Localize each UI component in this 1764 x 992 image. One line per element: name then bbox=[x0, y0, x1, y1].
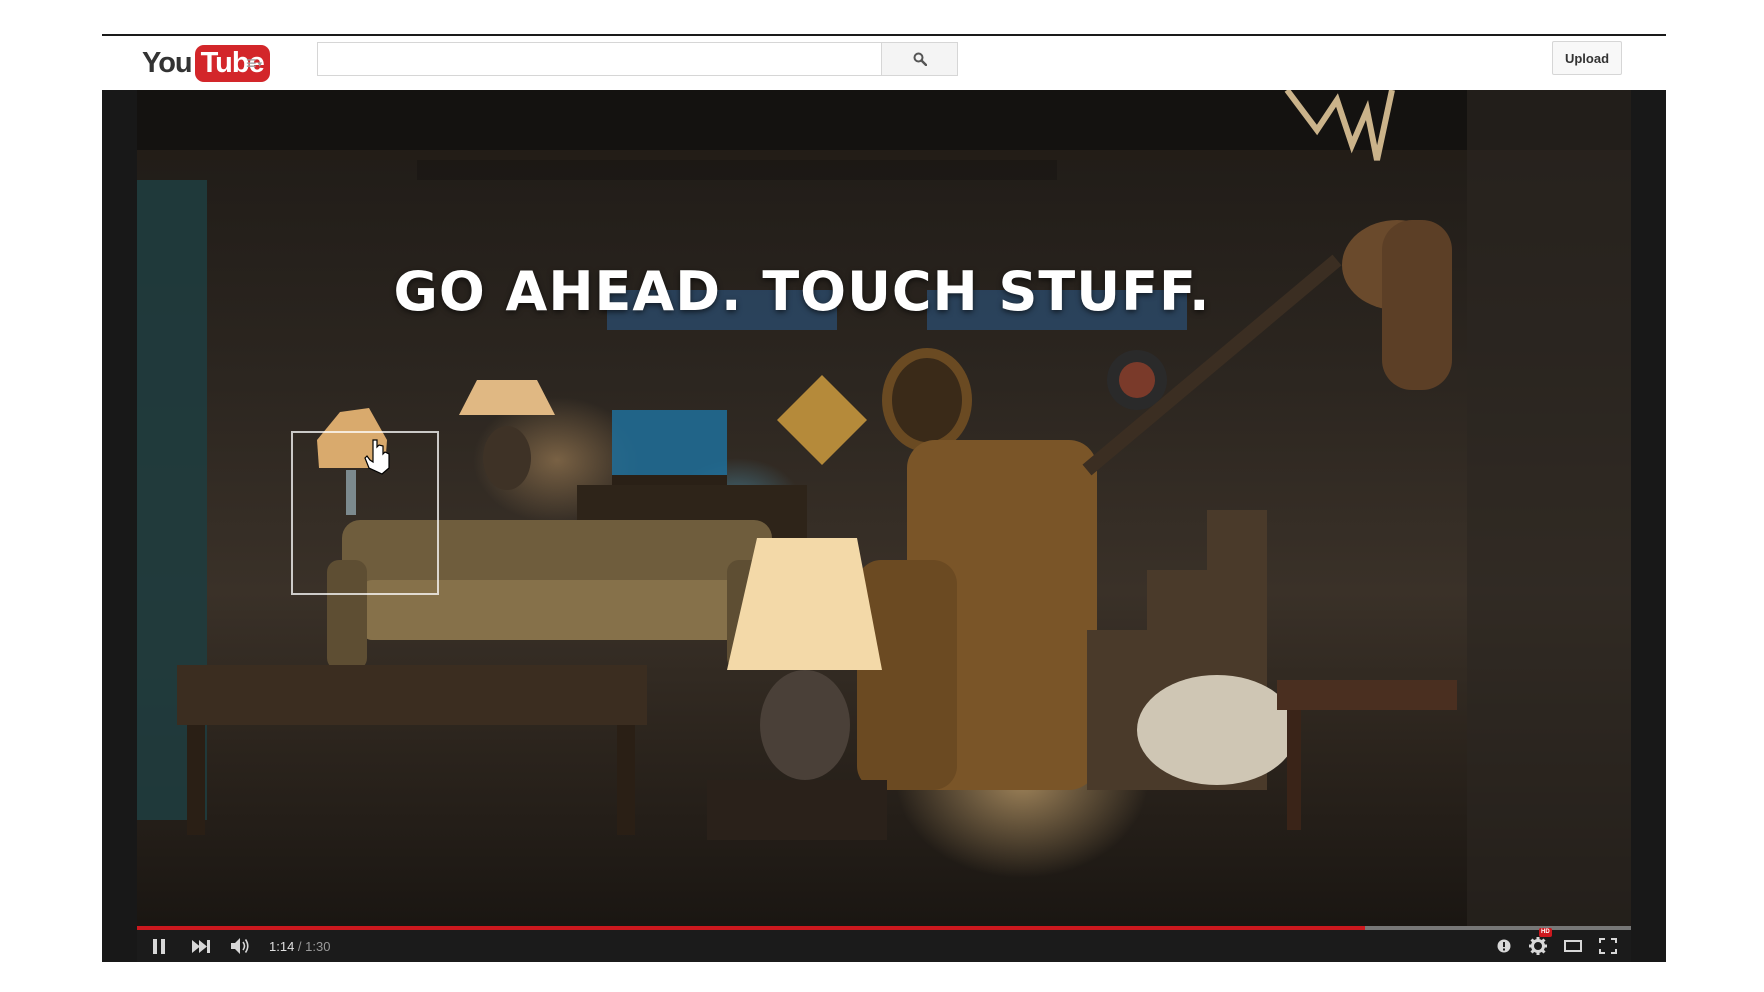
caret-down-icon: ▾ bbox=[257, 59, 263, 70]
pause-icon bbox=[153, 938, 165, 954]
video-player[interactable]: GO AHEAD. TOUCH STUFF. 1:14 / 1:30 HD bbox=[102, 90, 1666, 962]
volume-icon bbox=[231, 938, 249, 954]
time-separator: / bbox=[294, 938, 306, 954]
video-frame[interactable]: GO AHEAD. TOUCH STUFF. bbox=[137, 90, 1631, 926]
logo-text-you: You bbox=[142, 46, 193, 79]
next-icon bbox=[192, 939, 210, 953]
interactive-lamp-hotspot[interactable] bbox=[291, 431, 439, 595]
search-button[interactable] bbox=[881, 42, 958, 76]
guide-menu-button[interactable]: ≡▾ bbox=[246, 53, 276, 73]
fullscreen-button[interactable] bbox=[1595, 930, 1621, 962]
pause-button[interactable] bbox=[137, 930, 181, 962]
video-headline-text: GO AHEAD. TOUCH STUFF. bbox=[393, 260, 1211, 323]
duration: 1:30 bbox=[305, 938, 331, 954]
settings-button[interactable]: HD bbox=[1525, 928, 1552, 962]
player-controls: 1:14 / 1:30 HD bbox=[137, 928, 1631, 962]
theater-mode-icon bbox=[1564, 940, 1582, 952]
hd-badge-icon: HD bbox=[1539, 928, 1552, 937]
info-icon bbox=[1497, 939, 1511, 953]
masthead: You Tube ≡▾ Upload bbox=[102, 36, 1666, 90]
volume-button[interactable] bbox=[221, 930, 261, 962]
fullscreen-icon bbox=[1599, 938, 1617, 954]
current-time: 1:14 bbox=[269, 938, 295, 954]
theater-mode-button[interactable] bbox=[1561, 930, 1585, 962]
search-icon bbox=[913, 52, 927, 66]
next-button[interactable] bbox=[181, 930, 221, 962]
hamburger-menu-icon: ≡ bbox=[246, 53, 257, 73]
gear-icon bbox=[1529, 937, 1547, 955]
time-display: 1:14 / 1:30 bbox=[269, 939, 330, 954]
upload-button[interactable]: Upload bbox=[1552, 41, 1622, 75]
annotations-button[interactable] bbox=[1493, 930, 1515, 962]
search-input[interactable] bbox=[317, 42, 882, 76]
